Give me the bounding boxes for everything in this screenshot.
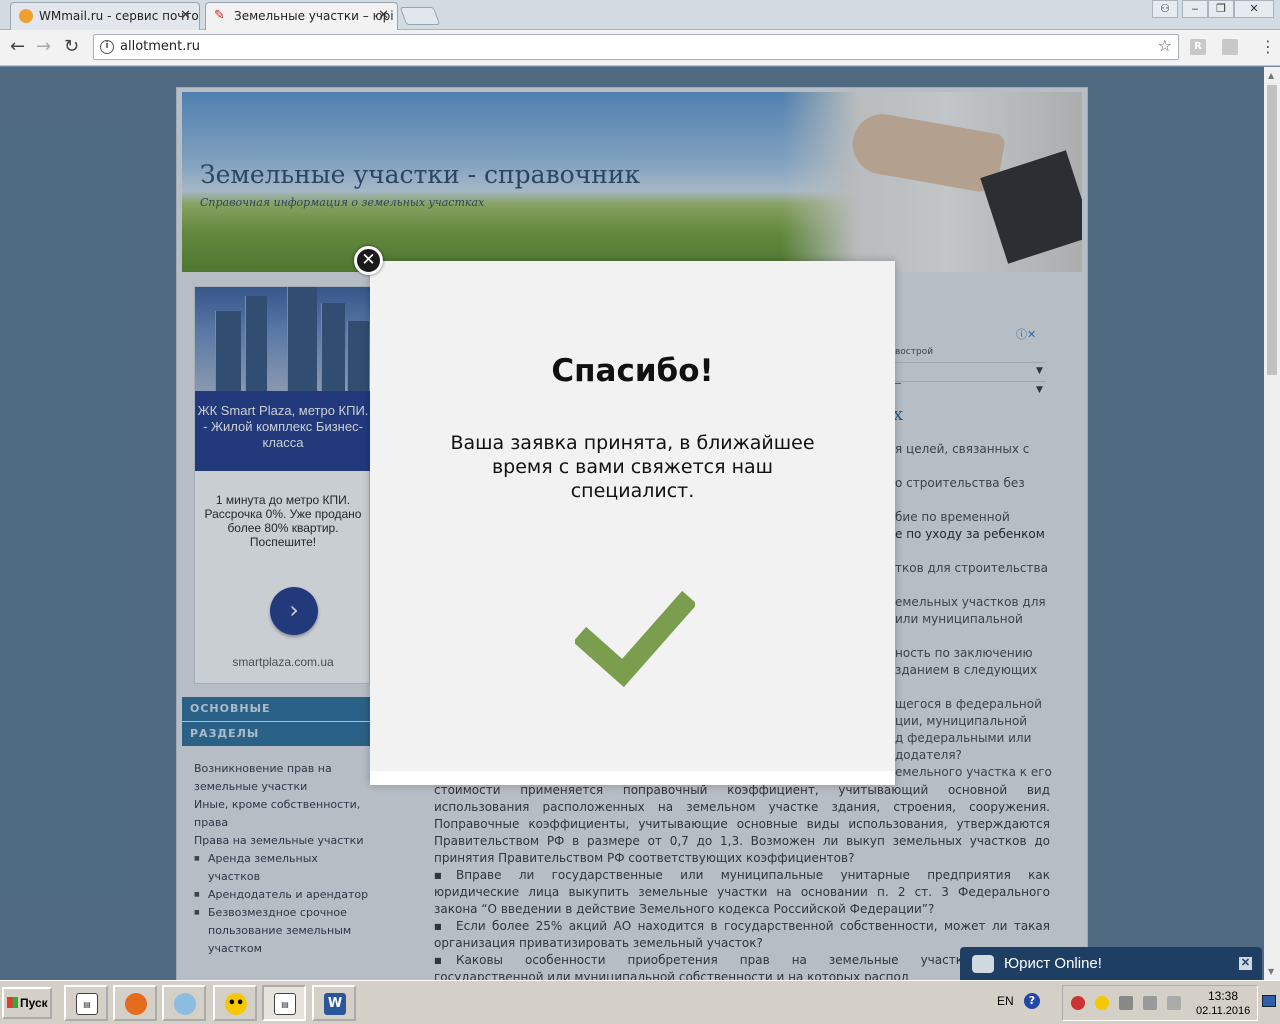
reload-icon[interactable]: ↻ (64, 37, 79, 57)
browser-toolbar: ← → ↻ i allotment.ru ☆ R ⋮ (0, 30, 1280, 66)
chat-widget[interactable]: Юрист Online! ✕ (960, 947, 1262, 980)
tab-title: Земельные участки – юрі (234, 9, 394, 23)
ghost-tray-icon[interactable] (1095, 996, 1109, 1010)
tab-close-icon[interactable]: ✕ (180, 3, 191, 29)
star-icon[interactable]: ☆ (1158, 36, 1172, 55)
chat-label: Юрист Online! (1004, 955, 1102, 972)
taskbar-app-winrar[interactable]: ▤ (64, 985, 108, 1021)
firefox-icon (125, 993, 147, 1015)
restore-button[interactable]: ❐ (1208, 0, 1234, 18)
minimize-button[interactable]: ‒ (1182, 0, 1208, 18)
modal-title: Спасибо! (551, 353, 714, 389)
scrollbar[interactable]: ▲ ▼ (1264, 67, 1280, 980)
close-icon[interactable]: ✕ (354, 246, 383, 275)
start-label: Пуск (20, 996, 48, 1010)
browser-tabstrip: WMmail.ru - сервис почтов ✕ ✎ Земельные … (0, 0, 1280, 30)
forward-icon[interactable]: → (36, 37, 51, 57)
paint-icon (174, 993, 196, 1015)
taskbar: Пуск ▤ •• ▤ W EN ? 13:38 02.11.2016 (0, 980, 1280, 1024)
language-indicator[interactable]: EN (997, 994, 1014, 1008)
allotment-favicon-icon: ✎ (214, 8, 225, 23)
tab-allotment[interactable]: ✎ Земельные участки – юрі ✕ (205, 2, 398, 30)
check-icon (575, 591, 695, 688)
document-icon: ▤ (274, 993, 296, 1015)
wmmail-favicon-icon (19, 9, 33, 23)
window-close-button[interactable]: ✕ (1234, 0, 1274, 18)
chat-close-icon[interactable]: ✕ (1239, 957, 1252, 970)
display-icon[interactable] (1143, 996, 1157, 1010)
volume-icon[interactable] (1167, 996, 1181, 1010)
taskbar-app-firefox[interactable] (113, 985, 157, 1021)
network-icon[interactable] (1119, 996, 1133, 1010)
extension-icon[interactable] (1222, 39, 1238, 55)
show-desktop-icon[interactable] (1262, 995, 1276, 1007)
modal-message: Ваша заявка принята, в ближайшее время с… (450, 432, 815, 502)
address-bar[interactable]: i allotment.ru ☆ (93, 34, 1179, 60)
chat-icon (972, 955, 994, 973)
clock-time[interactable]: 13:38 (1208, 989, 1238, 1003)
scroll-up-icon[interactable]: ▲ (1268, 71, 1274, 80)
ghost-icon: •• (225, 993, 247, 1015)
help-icon[interactable]: ? (1024, 993, 1040, 1009)
tab-close-icon[interactable]: ✕ (378, 3, 389, 29)
profile-icon[interactable]: ⚇ (1152, 0, 1178, 18)
new-tab-button[interactable] (399, 7, 441, 25)
tab-title: WMmail.ru - сервис почтов (39, 9, 200, 23)
start-button[interactable]: Пуск (2, 987, 52, 1019)
taskbar-app-ghost[interactable]: •• (213, 985, 257, 1021)
extension-icon[interactable]: R (1190, 39, 1206, 55)
document-icon: ▤ (76, 993, 98, 1015)
taskbar-app-paint[interactable] (162, 985, 206, 1021)
word-icon: W (324, 993, 346, 1015)
tab-wmmail[interactable]: WMmail.ru - сервис почтов ✕ (10, 2, 200, 30)
scroll-down-icon[interactable]: ▼ (1268, 967, 1274, 976)
thank-you-modal: Спасибо! Ваша заявка принята, в ближайше… (370, 261, 895, 785)
taskbar-app-chrome[interactable]: ▤ (262, 985, 306, 1021)
clock-date: 02.11.2016 (1196, 1005, 1251, 1017)
back-icon[interactable]: ← (10, 37, 25, 57)
menu-icon[interactable]: ⋮ (1260, 37, 1276, 56)
info-icon[interactable]: i (100, 40, 114, 54)
url-text: allotment.ru (120, 39, 200, 54)
windows-flag-icon (7, 997, 18, 1008)
taskbar-app-word[interactable]: W (312, 985, 356, 1021)
antivirus-icon[interactable] (1071, 996, 1085, 1010)
scrollbar-thumb[interactable] (1267, 85, 1277, 375)
